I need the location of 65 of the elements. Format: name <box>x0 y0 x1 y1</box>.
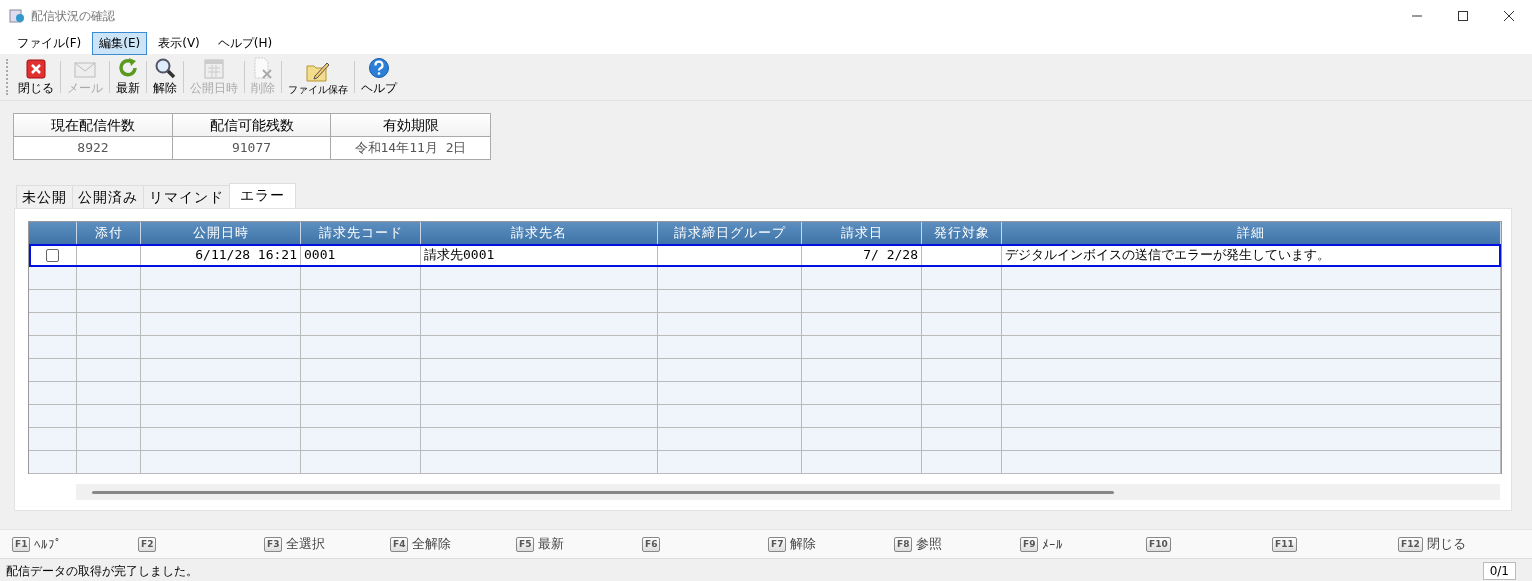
toolbar-button[interactable]: 閉じる <box>14 57 58 97</box>
function-key-label: 最新 <box>538 535 565 553</box>
function-key-label: 解除 <box>790 535 817 553</box>
menu-item[interactable]: 編集(E) <box>92 31 148 55</box>
function-key-label: 参照 <box>916 535 943 553</box>
menu-item[interactable]: ファイル(F) <box>10 31 89 55</box>
table-cell: 91077 <box>231 140 272 155</box>
menu-item[interactable]: 表示(V) <box>151 31 207 55</box>
function-key-label: 全選択 <box>286 535 326 553</box>
menu-item[interactable]: ヘルプ(H) <box>210 31 280 55</box>
function-key-button[interactable]: F11 <box>1272 536 1297 552</box>
column-header[interactable]: 発行対象 <box>933 225 990 240</box>
table-cell: 令和14年11月 2日 <box>354 140 467 155</box>
toolbar-button[interactable]: 解除 <box>149 57 181 97</box>
column-header[interactable]: 請求先コード <box>318 225 403 240</box>
window-title: 配信状況の確認 <box>31 7 115 25</box>
toolbar-button[interactable]: ファイル保存 <box>284 57 352 97</box>
toolbar-button[interactable]: ヘルプ <box>357 57 401 97</box>
tab[interactable]: エラー <box>229 183 296 208</box>
function-key-button[interactable]: F12 <box>1398 536 1423 552</box>
table-row[interactable]: 6/11/28 16:21 0001 請求先0001 7/ 2/28 デジタルインボイスの送信でエラーが発生しています。 <box>29 244 1501 267</box>
function-key-label: ﾒｰﾙ <box>1042 536 1064 552</box>
function-key-button[interactable]: F9 <box>1020 536 1039 552</box>
table-cell: 請求先0001 <box>424 247 495 262</box>
function-key-button[interactable]: F4 <box>390 536 409 552</box>
magnifier-icon <box>154 57 176 79</box>
delete-document-icon <box>253 57 273 79</box>
function-key-button[interactable]: F1 <box>12 536 31 552</box>
function-key-button[interactable]: F6 <box>642 536 661 552</box>
app-icon <box>9 8 25 24</box>
table-cell: デジタルインボイスの送信でエラーが発生しています。 <box>1005 247 1330 262</box>
function-key-button[interactable]: F2 <box>138 536 157 552</box>
refresh-icon <box>117 57 139 79</box>
tab[interactable]: 未公開 <box>16 185 73 208</box>
calendar-icon <box>204 57 224 79</box>
envelope-icon <box>74 61 96 79</box>
function-key-label: 閉じる <box>1426 535 1466 553</box>
function-key-button[interactable]: F5 <box>516 536 535 552</box>
column-header[interactable]: 請求締日グループ <box>673 225 786 240</box>
column-header: 配信可能残数 <box>209 117 294 133</box>
column-header: 現在配信件数 <box>51 117 135 133</box>
column-header[interactable]: 請求日 <box>840 225 883 240</box>
column-header[interactable]: 公開日時 <box>192 225 249 240</box>
horizontal-scrollbar[interactable] <box>76 484 1500 500</box>
folder-pencil-icon <box>306 60 330 82</box>
table-cell: 0001 <box>304 247 336 262</box>
function-key-button[interactable]: F7 <box>768 536 787 552</box>
status-message: 配信データの取得が完了しました。 <box>6 562 198 580</box>
column-header[interactable]: 添付 <box>94 225 123 240</box>
table-cell: 6/11/28 16:21 <box>195 247 297 262</box>
function-key-button[interactable]: F8 <box>894 536 913 552</box>
help-icon <box>368 57 390 79</box>
column-header: 有効期限 <box>382 117 439 133</box>
function-key-label: ﾍﾙﾌﾟ <box>34 536 63 552</box>
checkbox[interactable] <box>46 249 59 262</box>
table-cell: 8922 <box>77 140 109 155</box>
toolbar-button[interactable]: 最新 <box>112 57 144 97</box>
function-key-button[interactable]: F10 <box>1146 536 1171 552</box>
function-key-button[interactable]: F3 <box>264 536 283 552</box>
function-key-label: 全解除 <box>412 535 452 553</box>
column-header[interactable]: 請求先名 <box>511 225 567 240</box>
table-cell: 7/ 2/28 <box>863 247 918 262</box>
column-header[interactable]: 詳細 <box>1237 225 1265 240</box>
page-counter: 0/1 <box>1482 562 1516 580</box>
close-icon <box>26 59 46 79</box>
